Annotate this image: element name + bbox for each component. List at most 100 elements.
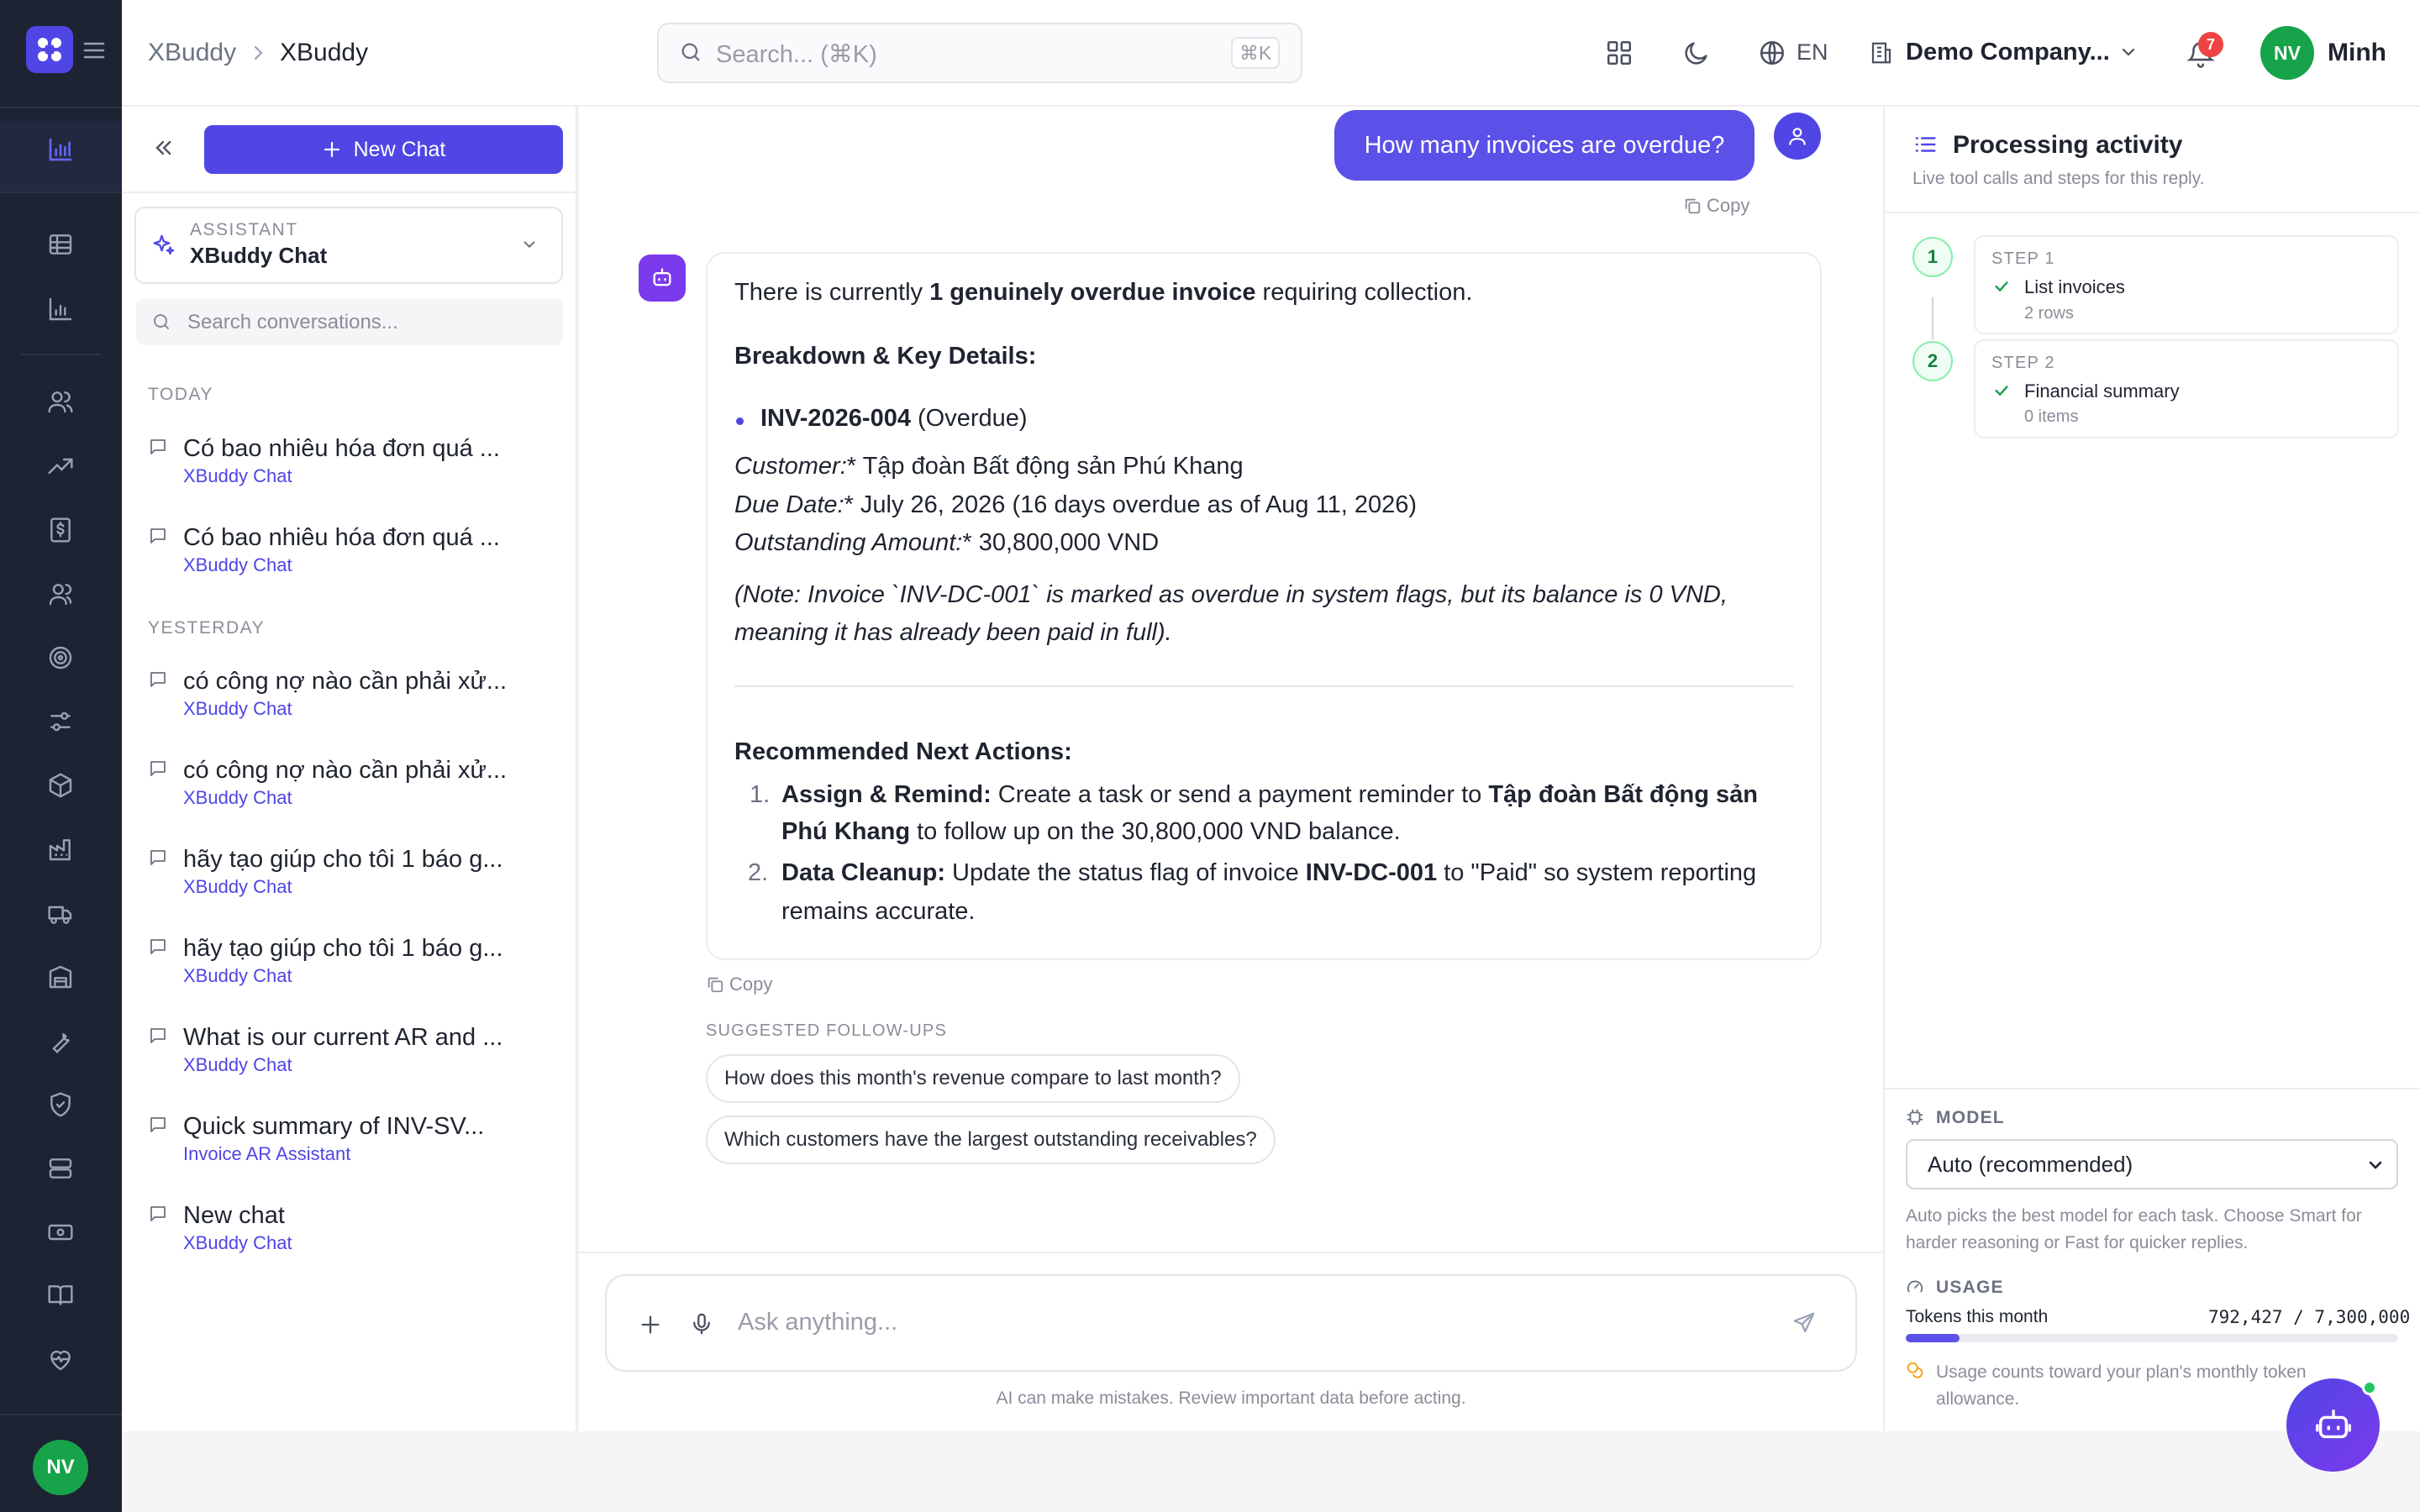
action-1-line-2: Phú Khang to follow up on the 30,800,000…: [781, 818, 1401, 845]
tokens-progress-bar: [1906, 1334, 2398, 1342]
assistant-name: XBuddy Chat: [190, 243, 328, 268]
suggestion-chip[interactable]: How does this month's revenue compare to…: [706, 1054, 1240, 1103]
conversation-assistant: XBuddy Chat: [183, 1232, 292, 1253]
company-selector[interactable]: Demo Company...: [1906, 39, 2110, 66]
microphone-icon[interactable]: [689, 1311, 714, 1336]
notification-count-badge: 7: [2198, 32, 2223, 57]
nav-package-icon[interactable]: [44, 769, 77, 802]
nav-dashboard-chart-icon[interactable]: [44, 133, 77, 166]
nav-sliders-icon[interactable]: [44, 705, 77, 738]
conversation-search-placeholder: Search conversations...: [187, 311, 398, 333]
online-status-dot: [2362, 1380, 2377, 1395]
action-2-number: 2.: [748, 859, 769, 886]
conversation-title[interactable]: Có bao nhiêu hóa đơn quá ...: [183, 524, 500, 552]
rail-divider: [0, 107, 122, 108]
chat-bubble-icon: [148, 937, 168, 957]
model-help-text: Auto picks the best model for each task.…: [1906, 1206, 2362, 1252]
outstanding-amount-line: Outstanding Amount:* 30,800,000 VND: [734, 529, 1160, 556]
sidebar-divider: [122, 192, 577, 193]
building-icon: [1869, 40, 1894, 66]
nav-contacts-icon[interactable]: [44, 577, 77, 611]
reply-divider: [734, 685, 1793, 687]
user-name[interactable]: Minh: [2328, 39, 2386, 67]
action-1-number: 1.: [750, 781, 771, 808]
rail-divider: [0, 192, 122, 193]
model-select[interactable]: Auto (recommended): [1906, 1139, 2398, 1189]
nav-truck-icon[interactable]: [44, 897, 77, 931]
copy-user-message-button[interactable]: Copy: [1683, 195, 1749, 217]
chevron-down-icon[interactable]: [2119, 44, 2138, 60]
nav-bar-chart-icon[interactable]: [44, 292, 77, 326]
conversation-title[interactable]: Quick summary of INV-SV...: [183, 1113, 484, 1141]
user-message-avatar-icon: [1774, 113, 1821, 160]
action-1-line-1: Assign & Remind: Create a task or send a…: [781, 781, 1758, 808]
new-chat-label: New Chat: [353, 137, 446, 161]
step-1-number: 1: [1912, 237, 1953, 277]
nav-heart-pulse-icon[interactable]: [44, 1342, 77, 1376]
conversation-title[interactable]: Có bao nhiêu hóa đơn quá ...: [183, 435, 500, 463]
conversation-title[interactable]: hãy tạo giúp cho tôi 1 báo g...: [183, 846, 503, 874]
usage-caption: USAGE: [1936, 1278, 2004, 1297]
nav-users-icon[interactable]: [44, 385, 77, 418]
check-icon: [1992, 381, 2011, 400]
apps-grid-icon[interactable]: [1605, 39, 1634, 67]
rail-user-avatar[interactable]: NV: [33, 1440, 88, 1495]
step-1-caption: STEP 1: [1991, 249, 2055, 268]
coins-icon: [1906, 1361, 1924, 1379]
chevron-down-icon: [521, 236, 538, 253]
rail-divider: [0, 1414, 122, 1415]
nav-trending-icon[interactable]: [44, 449, 77, 483]
panel-divider: [1885, 212, 2420, 213]
conversation-title[interactable]: What is our current AR and ...: [183, 1024, 502, 1052]
step-2-name: Financial summary: [2024, 381, 2180, 402]
nav-book-icon[interactable]: [44, 1278, 77, 1312]
dark-mode-moon-icon[interactable]: [1682, 39, 1711, 67]
nav-target-icon[interactable]: [44, 641, 77, 675]
conversation-assistant: XBuddy Chat: [183, 554, 292, 575]
step-1-meta: 2 rows: [2024, 304, 2074, 323]
conversation-assistant: XBuddy Chat: [183, 965, 292, 986]
chat-bubble-icon: [148, 1115, 168, 1135]
nav-shield-icon[interactable]: [44, 1088, 77, 1121]
conversation-title[interactable]: New chat: [183, 1202, 285, 1230]
suggestion-chip[interactable]: Which customers have the largest outstan…: [706, 1116, 1276, 1164]
conversation-assistant: XBuddy Chat: [183, 1054, 292, 1075]
customer-line: Customer:* Tập đoàn Bất động sản Phú Kha…: [734, 453, 1244, 480]
conversation-assistant: XBuddy Chat: [183, 787, 292, 808]
globe-icon[interactable]: [1758, 39, 1786, 67]
nav-server-icon[interactable]: [44, 1152, 77, 1185]
nav-table-icon[interactable]: [44, 228, 77, 261]
model-divider: [1885, 1088, 2420, 1089]
step-2-number: 2: [1912, 341, 1953, 381]
nav-invoice-dollar-icon[interactable]: [44, 513, 77, 547]
bullet-marker: [736, 417, 744, 425]
collapse-sidebar-icon[interactable]: [151, 136, 175, 160]
conversation-assistant: XBuddy Chat: [183, 876, 292, 897]
nav-wrench-icon[interactable]: [44, 1024, 77, 1058]
conversation-title[interactable]: có công nợ nào cần phải xử...: [183, 757, 507, 785]
chat-bubble-icon: [148, 526, 168, 546]
breadcrumb-parent[interactable]: XBuddy: [148, 39, 236, 67]
app-logo-icon[interactable]: [26, 26, 73, 73]
conversation-title[interactable]: có công nợ nào cần phải xử...: [183, 668, 507, 696]
group-label-today: TODAY: [148, 385, 213, 404]
user-avatar[interactable]: NV: [2260, 26, 2314, 80]
sparkles-icon: [151, 233, 176, 258]
copy-reply-button[interactable]: Copy: [706, 974, 772, 995]
list-steps-icon: [1912, 132, 1938, 157]
chevron-down-icon: [2366, 1157, 2385, 1173]
step-1-name: List invoices: [2024, 276, 2125, 297]
send-icon[interactable]: [1791, 1310, 1817, 1336]
nav-factory-icon[interactable]: [44, 832, 77, 866]
model-select-value: Auto (recommended): [1928, 1151, 2133, 1177]
attach-plus-icon[interactable]: [639, 1313, 662, 1336]
hamburger-menu-icon[interactable]: [82, 40, 106, 60]
tokens-value: 792,427 / 7,300,000: [2208, 1307, 2411, 1327]
nav-warehouse-icon[interactable]: [44, 960, 77, 994]
assistant-caption: ASSISTANT: [190, 220, 298, 239]
new-chat-button[interactable]: New Chat: [204, 125, 563, 174]
nav-cash-icon[interactable]: [44, 1215, 77, 1249]
conversation-title[interactable]: hãy tạo giúp cho tôi 1 báo g...: [183, 935, 503, 963]
cpu-chip-icon: [1906, 1108, 1924, 1126]
language-selector[interactable]: EN: [1797, 39, 1828, 66]
